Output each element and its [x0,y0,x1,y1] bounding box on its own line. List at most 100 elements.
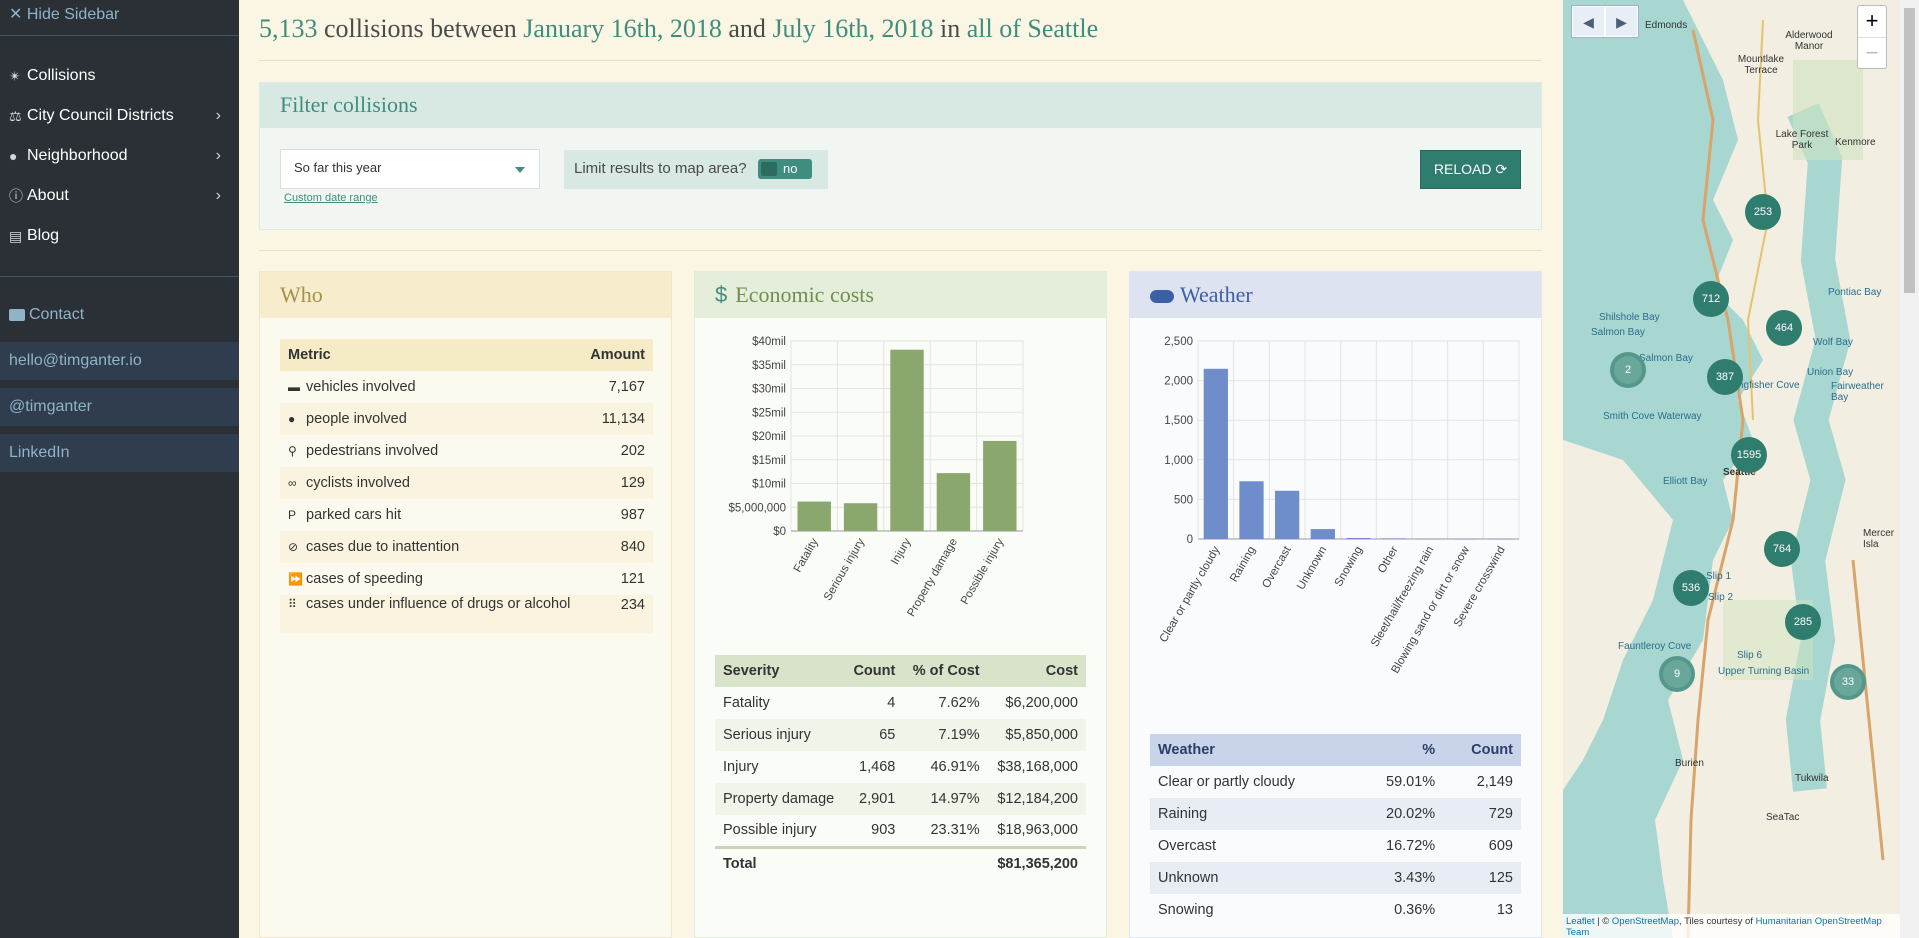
cluster-marker[interactable]: 712 [1693,281,1729,317]
y-tick-label: 1,000 [1164,455,1193,467]
x-tick-label: Unknown [1295,545,1329,593]
weather-cell: Overcast [1150,830,1356,862]
hide-sidebar-button[interactable]: ✕ Hide Sidebar [9,4,119,24]
count-cell: 2,901 [844,783,904,815]
water-label: Smith Cove Waterway [1603,411,1702,422]
y-tick-label: $30mil [752,384,786,396]
empty-cell [903,845,988,879]
bar [1453,538,1478,540]
cluster-marker[interactable]: 764 [1764,531,1800,567]
id-card-icon [9,309,25,321]
gavel-icon: ⚖ [9,107,22,124]
percent-cell: 7.62% [903,687,988,719]
sidebar-item-city-council-districts[interactable]: ⚖ City Council Districts › [9,100,229,132]
economic-costs-label: Economic costs [735,282,874,307]
reload-button[interactable]: RELOAD ⟳ [1420,150,1521,189]
amount-cell: 987 [581,499,653,531]
table-row: Fatality 4 7.62% $6,200,000 [715,687,1086,719]
email-link[interactable]: hello@timganter.io [0,342,239,380]
sidebar-item-about[interactable]: ⓘ About › [9,180,229,212]
percent-cell: 3.43% [1355,862,1444,894]
count-cell: 1,468 [844,751,904,783]
x-tick-label: Clear or partly cloudy [1158,544,1223,644]
amount-cell: 840 [581,531,653,563]
zoom-out-button[interactable]: − [1858,37,1886,68]
linkedin-link[interactable]: LinkedIn [0,434,239,472]
date-range-select[interactable]: So far this year [280,149,540,189]
bicycle-icon: ∞ [288,476,297,490]
sidebar-item-collisions[interactable]: ✴ Collisions [9,60,229,92]
cluster-marker[interactable]: 464 [1766,310,1802,346]
place-label: Alderwood Manor [1785,30,1833,52]
toggle-value: no [783,161,798,176]
filter-panel: Filter collisions So far this year Custo… [259,82,1542,230]
y-tick-label: 500 [1174,494,1193,506]
limit-toggle[interactable]: no [758,159,812,179]
place-label: Mountlake Terrace [1737,54,1785,76]
sidebar-item-neighborhood[interactable]: ● Neighborhood › [9,140,229,172]
cost-cell: $6,200,000 [987,687,1086,719]
metric-cell: ⊘ cases due to inattention [280,531,582,563]
water-label: Slip 1 [1706,571,1732,582]
place-label: SeaTac [1766,812,1800,823]
scrollbar-thumb[interactable] [1904,8,1915,293]
zoom-in-button[interactable]: + [1858,6,1886,37]
osm-link[interactable]: OpenStreetMap [1612,916,1679,927]
eye-slash-icon: ⊘ [288,540,299,554]
economic-costs-panel: $ Economic costs $0 $5,000,000 $10mil $15mil… [694,271,1107,938]
metric-label: cases of speeding [306,571,423,587]
cost-cell: $18,963,000 [987,815,1086,847]
newspaper-icon: ▤ [9,227,23,244]
bar [1489,538,1514,540]
count-cell: 729 [1443,798,1521,830]
bar [1275,490,1300,539]
map[interactable]: ◀ ▶ + − Edmonds Alderwood Manor Mountlak… [1563,0,1900,938]
custom-date-range-link[interactable]: Custom date range [284,192,378,204]
weather-cell: Clear or partly cloudy [1150,766,1356,798]
empty-cell [844,845,904,879]
contact-link[interactable]: Contact [9,306,84,324]
title-text: collisions between [317,14,524,43]
cluster-marker[interactable]: 9 [1659,656,1695,692]
cluster-marker[interactable]: 536 [1673,570,1709,606]
sidebar-item-blog[interactable]: ▤ Blog [9,220,229,252]
leaflet-link[interactable]: Leaflet [1566,916,1595,927]
count-cell: 13 [1443,894,1521,926]
table-row: ⏩ cases of speeding 121 [280,563,653,595]
table-row: Overcast 16.72% 609 [1150,830,1521,862]
cluster-marker[interactable]: 387 [1707,359,1743,395]
weather-cell: Snowing [1150,894,1356,926]
metric-label: vehicles involved [306,379,416,395]
twitter-link[interactable]: @timganter [0,388,239,426]
table-row: Property damage 2,901 14.97% $12,184,200 [715,783,1086,815]
table-row: ▬ vehicles involved 7,167 [280,371,653,403]
cluster-marker[interactable]: 33 [1830,664,1866,700]
metric-label: cyclists involved [306,475,410,491]
column-header: Count [844,655,904,687]
amount-cell: 7,167 [581,371,653,403]
cost-cell: $12,184,200 [987,783,1086,815]
metric-label: parked cars hit [306,507,402,523]
scrollbar[interactable] [1900,0,1919,938]
percent-cell: 14.97% [903,783,988,815]
percent-cell: 59.01% [1355,766,1444,798]
cluster-marker[interactable]: 1595 [1731,437,1767,473]
cluster-marker[interactable]: 2 [1610,352,1646,388]
place-label: Burien [1675,758,1704,769]
water-label: Salmon Bay [1639,353,1693,364]
x-tick-label: Fatality [792,536,821,574]
weather-chart: 0 500 1,000 1,500 2,000 2,500 Clear or partly … [1158,336,1520,676]
y-tick-label: $5,000,000 [728,502,786,514]
y-tick-label: 1,500 [1164,415,1193,427]
column-header: % [1355,734,1444,766]
cluster-marker[interactable]: 285 [1785,604,1821,640]
severity-cell: Possible injury [715,815,845,847]
x-tick-label: Property damage [905,537,960,619]
water-label: Slip 6 [1737,650,1763,661]
cost-cell: $38,168,000 [987,751,1086,783]
forward-button[interactable]: ▶ [1606,7,1637,36]
cluster-marker[interactable]: 253 [1745,194,1781,230]
y-tick-label: $0 [773,526,786,538]
back-button[interactable]: ◀ [1573,7,1604,36]
weather-cell: Unknown [1150,862,1356,894]
